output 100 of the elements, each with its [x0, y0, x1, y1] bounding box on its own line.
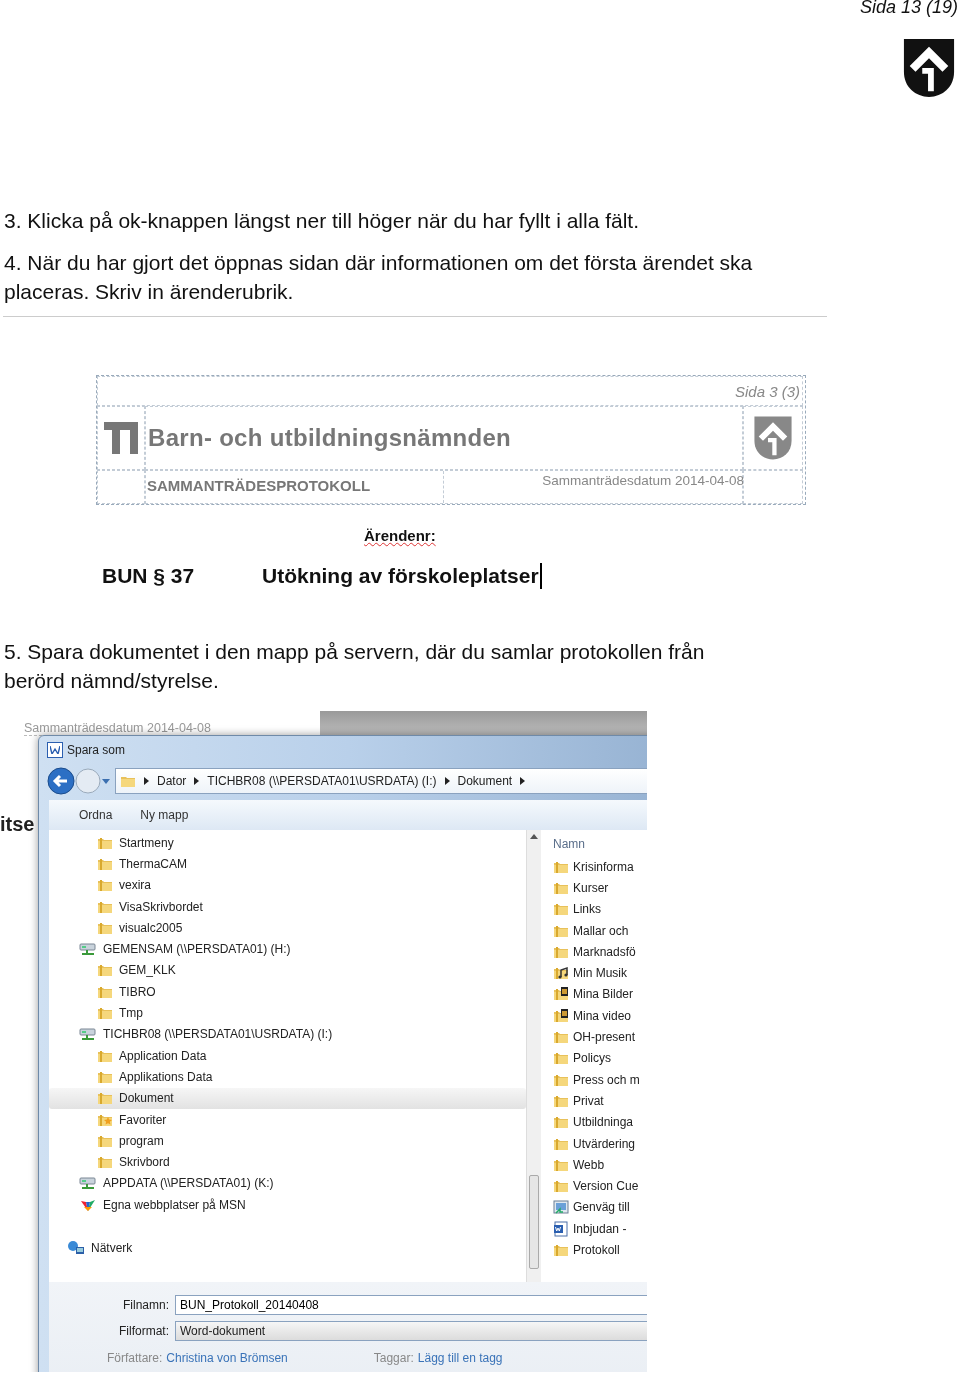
- file-format-dropdown[interactable]: Word-dokument: [175, 1321, 647, 1341]
- tree-item[interactable]: ThermaCAM: [49, 853, 526, 875]
- folder-icon: [97, 1005, 113, 1021]
- chevron-icon[interactable]: [444, 777, 450, 785]
- dialog-title: Spara som: [67, 743, 126, 757]
- tree-item[interactable]: Dokument: [49, 1087, 526, 1109]
- file-item[interactable]: Genväg till: [553, 1196, 647, 1219]
- tree-item[interactable]: Startmeny: [49, 832, 526, 854]
- instruction-text: 3. Klicka på ok-knappen längst ner till höger när du har fyllt i alla fält.: [4, 208, 640, 234]
- tree-item[interactable]: Egna webbplatser på MSN: [49, 1194, 526, 1216]
- tree-item[interactable]: Application Data: [49, 1044, 526, 1067]
- column-header[interactable]: Namn: [553, 832, 647, 856]
- document-title: Barn- och utbildningsnämnden: [145, 406, 743, 470]
- tree-item[interactable]: Applikations Data: [49, 1066, 526, 1088]
- address-bar[interactable]: Dator TICHBR08 (\\PERSDATA01\USRDATA) (I:) Dokument: [115, 768, 647, 794]
- scroll-up-arrow-icon[interactable]: [530, 834, 538, 839]
- add-tag-link[interactable]: Lägg till en tagg: [417, 1351, 503, 1365]
- word-document-icon: [553, 1220, 569, 1237]
- case-heading: Utökning av förskoleplatser: [262, 564, 539, 588]
- file-item[interactable]: Inbjudan -: [553, 1218, 647, 1240]
- file-item[interactable]: Mina Bilder: [553, 983, 647, 1006]
- text-cursor: [539, 563, 542, 589]
- page-label: Sida 3 (3): [734, 382, 800, 400]
- chevron-icon[interactable]: [144, 777, 149, 785]
- file-item[interactable]: Privat: [553, 1090, 647, 1112]
- folder-icon: [553, 1178, 569, 1195]
- tree-item[interactable]: Favoriter: [49, 1108, 526, 1131]
- network-icon: [67, 1240, 85, 1256]
- file-item[interactable]: Protokoll: [553, 1239, 647, 1261]
- network-drive-icon: [79, 941, 97, 958]
- folder-icon: [97, 962, 113, 979]
- tree-item[interactable]: program: [49, 1130, 526, 1152]
- scroll-thumb[interactable]: [529, 1175, 539, 1269]
- file-item[interactable]: Marknadsfö: [553, 941, 647, 963]
- filename-field[interactable]: BUN_Protokoll_20140408: [175, 1295, 647, 1315]
- document-subtitle: SAMMANTRÄDESPROTOKOLL: [146, 471, 444, 503]
- folder-icon: [97, 1090, 113, 1107]
- chevron-icon[interactable]: [520, 777, 526, 785]
- folder-icon: [553, 1029, 569, 1045]
- network-drive-icon: [79, 1175, 97, 1192]
- breadcrumb[interactable]: Dokument: [457, 774, 513, 788]
- tree-item[interactable]: vexira: [49, 874, 526, 896]
- crest-icon: [902, 36, 956, 100]
- case-number-label: Ärendenr:: [364, 527, 436, 544]
- instruction-text: 4. När du har gjort det öppnas sidan där informationen om det första ärendet ska placeras. Skriv in ärenderubrik.: [4, 250, 754, 305]
- word-app-icon: [47, 742, 63, 758]
- tree-item[interactable]: Skrivbord: [49, 1151, 526, 1173]
- media-folder-icon: [553, 986, 569, 1003]
- folder-icon: [553, 1242, 569, 1258]
- breadcrumb[interactable]: Dator: [157, 774, 187, 788]
- folder-icon: [553, 1050, 569, 1067]
- tree-item[interactable]: TIBRO: [49, 981, 526, 1003]
- new-folder-button[interactable]: Ny mapp: [140, 808, 189, 822]
- folder-icon: [553, 901, 569, 918]
- file-item[interactable]: Krisinforma: [553, 856, 647, 878]
- tree-item[interactable]: visualc2005: [49, 917, 526, 939]
- file-item[interactable]: OH-present: [553, 1026, 647, 1048]
- file-item[interactable]: Policys: [553, 1047, 647, 1069]
- file-item[interactable]: Links: [553, 898, 647, 920]
- field-label: Filnamn:: [122, 1298, 170, 1312]
- field-label: Filformat:: [118, 1324, 170, 1338]
- page-number: Sida 13 (19): [859, 0, 958, 18]
- organize-menu[interactable]: Ordna: [79, 808, 113, 822]
- author-link[interactable]: Christina von Brömsen: [166, 1351, 288, 1365]
- tags-label: Taggar:: [373, 1351, 414, 1365]
- file-item[interactable]: Kurser: [553, 877, 647, 899]
- folder-icon: [97, 877, 113, 894]
- chevron-icon[interactable]: [194, 777, 200, 785]
- tree-item[interactable]: APPDATA (\\PERSDATA01) (K:): [49, 1172, 526, 1195]
- crest-icon: [753, 414, 793, 462]
- instruction-text: 5. Spara dokumentet i den mapp på servern, där du samlar protokollen från berörd nämnd/styrelse.: [4, 639, 706, 694]
- dropdown-arrow-icon[interactable]: [101, 777, 111, 785]
- file-item[interactable]: Utbildninga: [553, 1111, 647, 1133]
- tree-item[interactable]: GEMENSAM (\\PERSDATA01) (H:): [49, 938, 526, 960]
- logo-icon: [104, 422, 138, 454]
- file-item[interactable]: Min Musik: [553, 962, 647, 984]
- file-item[interactable]: Webb: [553, 1154, 647, 1176]
- paragraph-number: BUN § 37: [102, 564, 196, 588]
- network-drive-icon: [79, 1026, 97, 1043]
- tree-item[interactable]: Nätverk: [49, 1237, 526, 1259]
- tree-item[interactable]: GEM_KLK: [49, 959, 526, 982]
- music-folder-icon: [553, 965, 569, 982]
- folder-icon: [97, 1154, 113, 1171]
- shortcut-icon: [553, 1199, 569, 1216]
- tree-item[interactable]: Tmp: [49, 1002, 526, 1024]
- author-label: Författare:: [107, 1351, 163, 1365]
- tree-item[interactable]: VisaSkrivbordet: [49, 895, 526, 918]
- file-item[interactable]: Version Cue: [553, 1175, 647, 1197]
- media-folder-icon: [553, 1007, 569, 1024]
- tree-item[interactable]: TICHBR08 (\\PERSDATA01\USRDATA) (I:): [49, 1023, 526, 1045]
- folder-icon: [553, 1114, 569, 1131]
- meeting-date: Sammanträdesdatum 2014-04-08: [541, 472, 744, 490]
- scrollbar[interactable]: [526, 830, 541, 1282]
- file-item[interactable]: Mina video: [553, 1005, 647, 1027]
- file-item[interactable]: Utvärdering: [553, 1132, 647, 1155]
- file-item[interactable]: Press och m: [553, 1068, 647, 1091]
- file-item[interactable]: Mallar och: [553, 919, 647, 942]
- background-heading-text: itse: [0, 813, 35, 836]
- back-button[interactable]: [47, 767, 75, 795]
- breadcrumb[interactable]: TICHBR08 (\\PERSDATA01\USRDATA) (I:): [207, 774, 437, 788]
